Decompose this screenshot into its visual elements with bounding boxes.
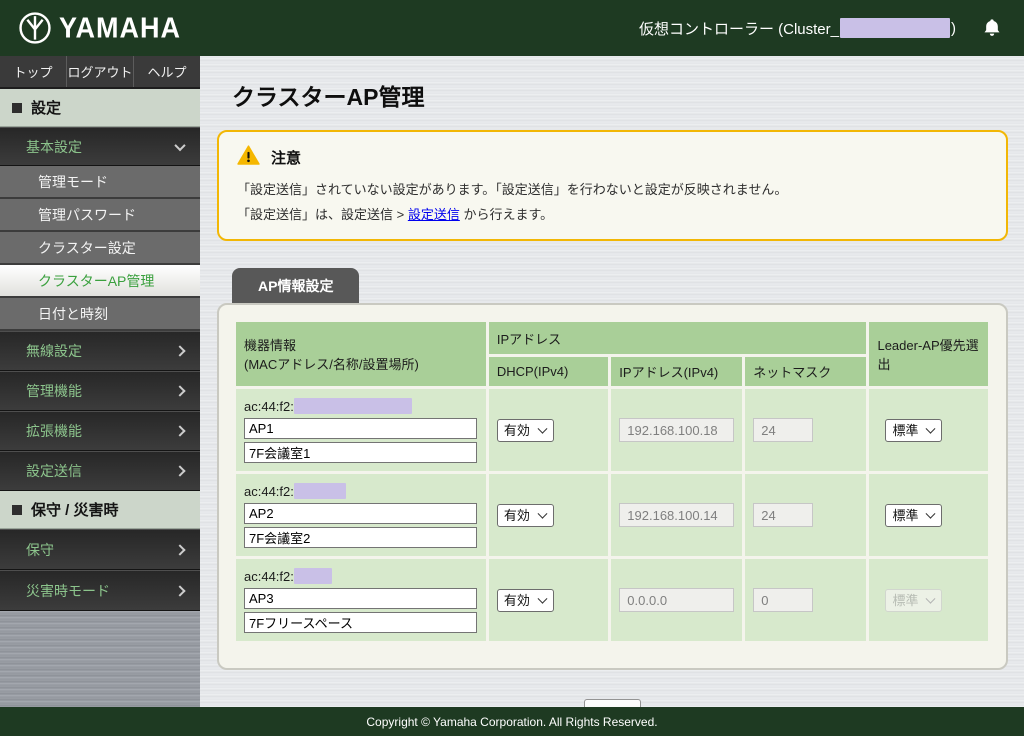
ip-cell [611, 474, 743, 557]
ip-address-field [619, 503, 735, 528]
sidebar-tab-bar: トップ ログアウト ヘルプ [0, 56, 200, 89]
app-header: YAMAHA 仮想コントローラー (Cluster_) [0, 0, 1024, 56]
column-header-dhcp: DHCP(IPv4) [488, 357, 609, 387]
footer: Copyright © Yamaha Corporation. All Righ… [0, 707, 1024, 736]
netmask-field [753, 588, 814, 613]
netmask-field [753, 503, 814, 528]
ap-name-input[interactable] [244, 503, 477, 525]
chevron-right-icon [174, 425, 186, 437]
notice-line-1: 「設定送信」されていない設定があります。「設定送信」を行わないと設定が反映されま… [237, 182, 788, 197]
device-cell: ac:44:f2: [236, 559, 486, 642]
column-header-ip-group: IPアドレス [488, 322, 867, 355]
chevron-down-icon [174, 139, 186, 151]
ap-name-input[interactable] [244, 418, 477, 440]
chevron-right-icon [174, 385, 186, 397]
sidebar-item-cluster-ap-management[interactable]: クラスターAP管理 [0, 265, 200, 298]
leader-priority-select[interactable]: 標準 [885, 503, 943, 527]
ip-address-field [619, 588, 735, 613]
ip-cell [611, 389, 743, 472]
square-bullet-icon [12, 504, 22, 515]
leader-cell: 標準 [869, 474, 988, 557]
table-row-ap3: ac:44:f2: 有効 [236, 559, 988, 642]
mac-address: ac:44:f2: [244, 568, 478, 585]
tab-top[interactable]: トップ [0, 56, 67, 87]
sidebar-filler [0, 611, 200, 707]
leader-cell: 標準 [869, 559, 988, 642]
ap-location-input[interactable] [244, 612, 477, 634]
dhcp-select[interactable]: 有効 [496, 418, 554, 442]
netmask-field [753, 418, 814, 443]
sidebar: トップ ログアウト ヘルプ 設定 基本設定 管理モード 管理パスワード クラスタ… [0, 56, 200, 707]
sidebar-section-maintenance: 保守 / 災害時 [0, 491, 200, 529]
netmask-cell [745, 559, 867, 642]
table-row-ap1: ac:44:f2: 有効 [236, 389, 988, 472]
bell-icon[interactable] [982, 18, 1002, 39]
dhcp-select[interactable]: 有効 [496, 503, 554, 527]
device-cell: ac:44:f2: [236, 389, 486, 472]
sidebar-item-maintenance[interactable]: 保守 [0, 529, 200, 570]
sidebar-item-admin-mode[interactable]: 管理モード [0, 166, 200, 199]
dhcp-cell: 有効 [488, 474, 609, 557]
tab-ap-info-settings[interactable]: AP情報設定 [232, 268, 360, 304]
chevron-right-icon [174, 345, 186, 357]
dhcp-select[interactable]: 有効 [496, 588, 554, 612]
redaction-box [293, 398, 412, 415]
notice-box: 注意 「設定送信」されていない設定があります。「設定送信」を行わないと設定が反映… [217, 130, 1008, 242]
sidebar-item-wireless-settings[interactable]: 無線設定 [0, 331, 200, 371]
tuning-fork-icon [18, 11, 52, 45]
leader-cell: 標準 [869, 389, 988, 472]
mac-address: ac:44:f2: [244, 398, 478, 415]
dhcp-cell: 有効 [488, 559, 609, 642]
sidebar-item-admin-password[interactable]: 管理パスワード [0, 199, 200, 232]
netmask-cell [745, 474, 867, 557]
ap-location-input[interactable] [244, 527, 477, 549]
sidebar-item-settings-send[interactable]: 設定送信 [0, 451, 200, 491]
notice-line-2: 「設定送信」は、設定送信 > 設定送信 から行えます。 [237, 206, 554, 222]
chevron-right-icon [174, 584, 186, 597]
device-cell: ac:44:f2: [236, 474, 486, 557]
mac-address: ac:44:f2: [244, 483, 478, 500]
column-header-device: 機器情報 (MACアドレス/名称/設置場所) [236, 322, 486, 387]
redaction-box [293, 483, 346, 500]
ip-address-field [619, 418, 735, 443]
main-content: クラスターAP管理 注意 「設定送信」されていない設定があります。「設定送信」を… [200, 56, 1024, 736]
controller-label: 仮想コントローラー (Cluster_) [638, 18, 956, 38]
column-header-leader-ap: Leader-AP優先選出 [869, 322, 988, 387]
netmask-cell [745, 389, 867, 472]
tab-help[interactable]: ヘルプ [134, 56, 200, 87]
copyright-text: Copyright © Yamaha Corporation. All Righ… [366, 714, 658, 729]
chevron-right-icon [174, 543, 186, 556]
warning-icon [237, 145, 260, 170]
ap-location-input[interactable] [244, 442, 477, 464]
sidebar-item-cluster-settings[interactable]: クラスター設定 [0, 232, 200, 265]
ip-cell [611, 559, 743, 642]
page-title: クラスターAP管理 [232, 84, 425, 110]
dhcp-cell: 有効 [488, 389, 609, 472]
brand-name: YAMAHA [59, 11, 182, 44]
ap-settings-panel: 機器情報 (MACアドレス/名称/設置場所) IPアドレス Leader-AP優… [217, 303, 1008, 671]
settings-send-link[interactable]: 設定送信 [408, 207, 460, 222]
column-header-ip-address: IPアドレス(IPv4) [611, 357, 743, 387]
chevron-right-icon [174, 465, 186, 477]
ap-name-input[interactable] [244, 588, 477, 610]
notice-title: 注意 [271, 150, 302, 167]
square-bullet-icon [12, 102, 22, 113]
sidebar-item-disaster-mode[interactable]: 災害時モード [0, 570, 200, 611]
sidebar-item-date-time[interactable]: 日付と時刻 [0, 298, 200, 331]
ap-table: 機器情報 (MACアドレス/名称/設置場所) IPアドレス Leader-AP優… [233, 319, 991, 644]
leader-priority-select: 標準 [885, 588, 943, 612]
tab-logout[interactable]: ログアウト [67, 56, 134, 87]
sidebar-section-settings: 設定 [0, 89, 200, 127]
table-row-ap2: ac:44:f2: 有効 [236, 474, 988, 557]
leader-priority-select[interactable]: 標準 [885, 418, 943, 442]
sidebar-item-basic-settings[interactable]: 基本設定 [0, 127, 200, 166]
redaction-box [293, 568, 332, 585]
sidebar-item-extended-functions[interactable]: 拡張機能 [0, 411, 200, 451]
column-header-netmask: ネットマスク [745, 357, 867, 387]
yamaha-logo: YAMAHA [18, 11, 181, 45]
sidebar-item-management-functions[interactable]: 管理機能 [0, 371, 200, 411]
redaction-box [840, 18, 950, 38]
